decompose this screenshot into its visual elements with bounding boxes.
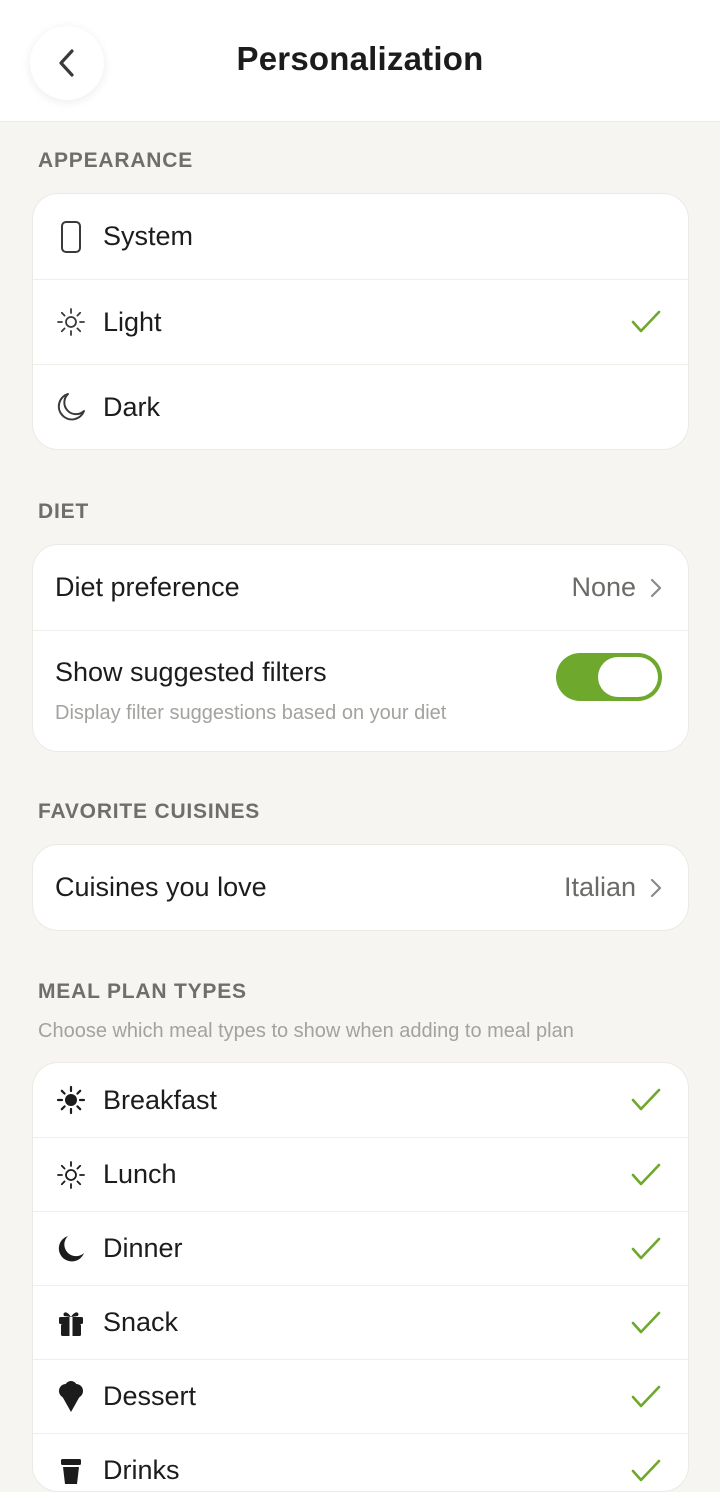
chevron-right-icon (650, 578, 662, 597)
phone-icon (55, 220, 87, 253)
gift-icon (55, 1307, 87, 1339)
meal-type-label: Drinks (103, 1455, 180, 1485)
appearance-option-label: System (103, 221, 194, 251)
diet-card: Diet preference None Show suggested filt… (32, 544, 689, 752)
appearance-option-dark[interactable]: Dark (33, 364, 688, 449)
appearance-option-system[interactable]: System (33, 194, 688, 279)
meal-type-label: Dinner (103, 1233, 183, 1263)
appearance-option-label: Light (103, 306, 162, 337)
sun-outline-icon (55, 306, 87, 338)
ice-cream-icon (55, 1380, 87, 1413)
meal-type-dessert[interactable]: Dessert (33, 1359, 688, 1433)
diet-preference-label: Diet preference (55, 572, 240, 602)
meal-type-label: Breakfast (103, 1084, 218, 1115)
cup-icon (55, 1455, 87, 1487)
diet-preference-row[interactable]: Diet preference None (33, 545, 688, 630)
appearance-option-label: Dark (103, 391, 161, 422)
meal-type-dinner[interactable]: Dinner (33, 1211, 688, 1285)
diet-preference-value: None (571, 572, 636, 602)
checkmark-icon (630, 1159, 662, 1191)
meal-type-breakfast[interactable]: Breakfast (33, 1063, 688, 1137)
meal-type-label: Lunch (103, 1159, 177, 1189)
meal-type-snack[interactable]: Snack (33, 1285, 688, 1359)
suggested-filters-toggle[interactable] (556, 653, 662, 701)
checkmark-icon (630, 1381, 662, 1413)
sun-outline-icon (55, 1159, 87, 1191)
checkmark-icon (630, 1307, 662, 1339)
section-label-diet: DIET (38, 500, 90, 523)
sun-filled-icon (55, 1084, 87, 1116)
meal-type-drinks[interactable]: Drinks (33, 1433, 688, 1491)
cuisines-label: Cuisines you love (55, 872, 267, 902)
cuisines-card: Cuisines you love Italian (32, 844, 689, 931)
section-label-appearance: APPEARANCE (38, 149, 194, 172)
meal-plan-description: Choose which meal types to show when add… (38, 1020, 574, 1042)
cuisines-row[interactable]: Cuisines you love Italian (33, 845, 688, 930)
checkmark-icon (630, 1233, 662, 1265)
checkmark-icon (630, 1084, 662, 1116)
suggested-filters-row: Show suggested filters Display filter su… (33, 630, 688, 751)
suggested-filters-description: Display filter suggestions based on your… (55, 702, 447, 724)
appearance-option-light[interactable]: Light (33, 279, 688, 364)
moon-outline-icon (55, 391, 87, 423)
checkmark-icon (630, 306, 662, 338)
meal-plan-card: Breakfast Lunch Dinner Snack Dessert Dri… (32, 1062, 689, 1492)
moon-filled-icon (55, 1233, 87, 1265)
section-label-meal-plan: MEAL PLAN TYPES (38, 980, 247, 1003)
header: Personalization (0, 0, 720, 122)
page-title: Personalization (236, 40, 484, 77)
section-label-cuisines: FAVORITE CUISINES (38, 800, 261, 823)
meal-type-label: Snack (103, 1307, 179, 1337)
meal-type-label: Dessert (103, 1381, 197, 1411)
chevron-right-icon (650, 878, 662, 897)
toggle-knob (598, 657, 658, 697)
appearance-card: System Light Dark (32, 193, 689, 450)
checkmark-icon (630, 1455, 662, 1487)
cuisines-value: Italian (563, 872, 636, 902)
meal-type-lunch[interactable]: Lunch (33, 1137, 688, 1211)
